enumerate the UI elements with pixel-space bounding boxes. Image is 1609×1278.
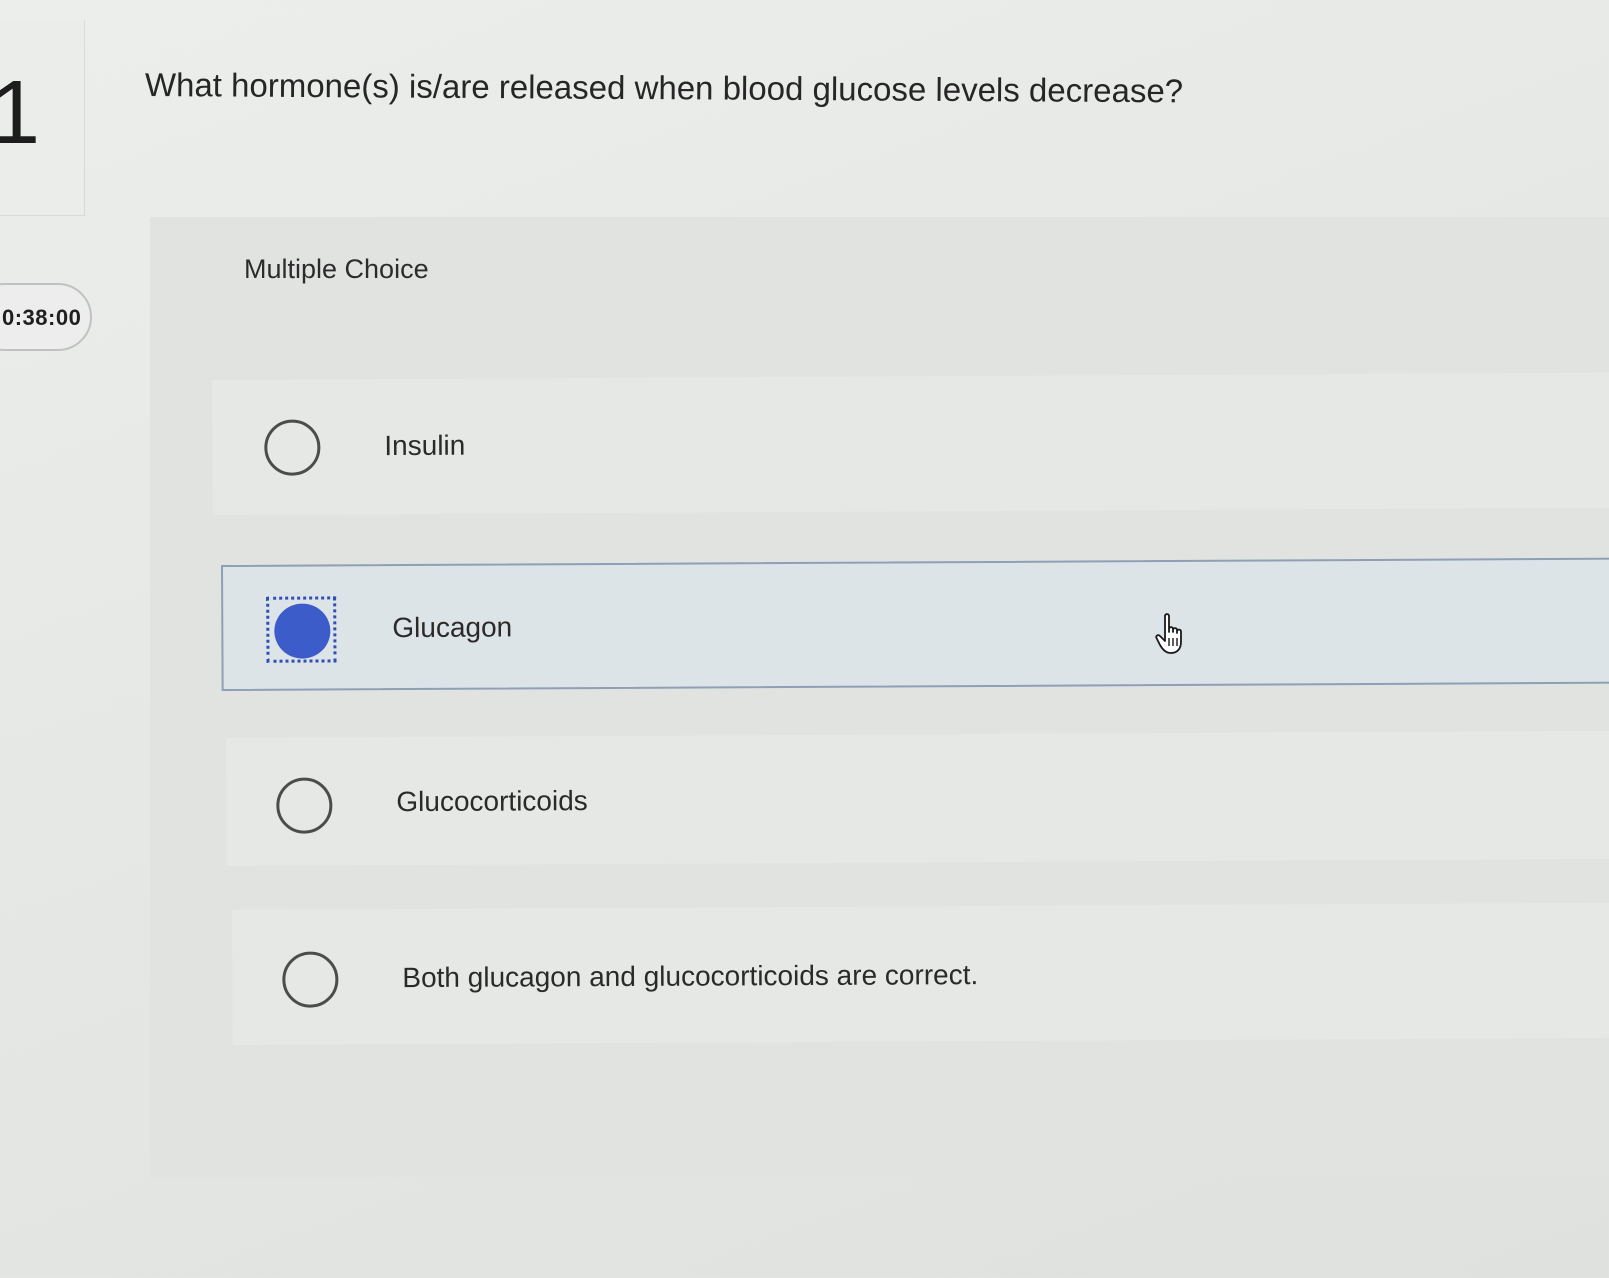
question-text: What hormone(s) is/are released when blo… [144,66,1184,110]
option-insulin[interactable]: Insulin [212,372,1609,515]
radio-focus-ring[interactable] [266,596,337,663]
radio-glucagon-selected [274,603,331,659]
option-label: Insulin [384,429,466,462]
radio-glucocorticoids[interactable] [276,777,333,834]
option-glucocorticoids[interactable]: Glucocorticoids [226,730,1609,866]
question-type-label: Multiple Choice [244,254,429,284]
option-label: Glucocorticoids [396,785,588,818]
hand-pointer-icon [1155,613,1182,654]
option-both[interactable]: Both glucagon and glucocorticoids are co… [232,902,1609,1045]
radio-insulin[interactable] [264,419,321,476]
radio-both[interactable] [282,951,339,1008]
timer-pill: 0:38:00 [0,283,92,351]
question-number: 1 [0,63,41,163]
option-label: Both glucagon and glucocorticoids are co… [402,959,979,994]
option-glucagon[interactable]: Glucagon [221,557,1609,691]
timer-text: 0:38:00 [2,305,82,330]
option-label: Glucagon [392,611,513,644]
